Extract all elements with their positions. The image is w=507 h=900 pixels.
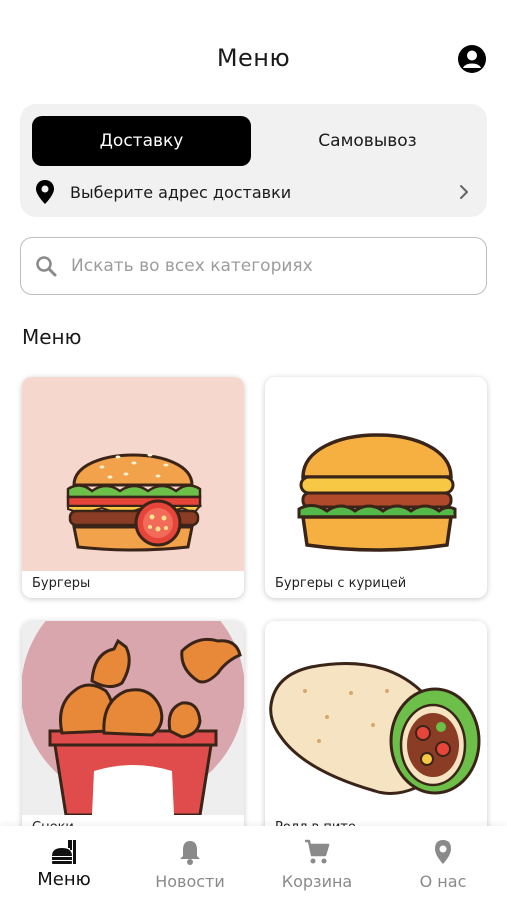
nav-item-cart[interactable]: Корзина bbox=[254, 826, 380, 900]
tab-delivery[interactable]: Доставку bbox=[32, 116, 251, 166]
tab-pickup-label: Самовывоз bbox=[318, 131, 417, 151]
pita-roll-image bbox=[265, 621, 487, 815]
category-card-burgers[interactable]: Бургеры bbox=[22, 377, 244, 598]
burger-image bbox=[22, 377, 244, 571]
nav-label-news: Новости bbox=[155, 872, 225, 891]
nav-label-about: О нас bbox=[419, 872, 467, 891]
location-pin-icon bbox=[435, 840, 451, 864]
chevron-right-icon bbox=[460, 185, 468, 199]
bell-icon bbox=[180, 841, 200, 865]
app-header: Меню bbox=[0, 0, 507, 100]
address-label: Выберите адрес доставки bbox=[70, 182, 292, 202]
category-card-label: Бургеры с курицей bbox=[275, 576, 407, 591]
category-card-pita-roll[interactable]: Ролл в пите bbox=[265, 621, 487, 842]
nav-item-about[interactable]: О нас bbox=[380, 826, 506, 900]
profile-button[interactable] bbox=[457, 44, 487, 74]
fried-chicken-bucket-image bbox=[22, 621, 244, 815]
user-avatar-icon bbox=[458, 45, 486, 73]
bottom-navigation: Меню Новости Корзина О нас bbox=[0, 826, 507, 900]
category-card-chicken-burgers[interactable]: Бургеры с курицей bbox=[265, 377, 487, 598]
cart-icon bbox=[305, 839, 330, 864]
search-icon bbox=[36, 256, 57, 277]
search-input[interactable]: Искать во всех категориях bbox=[20, 237, 487, 295]
nav-item-news[interactable]: Новости bbox=[127, 826, 253, 900]
menu-section-title: Меню bbox=[22, 325, 82, 349]
category-card-snacks[interactable]: Снеки bbox=[22, 621, 244, 842]
nav-label-cart: Корзина bbox=[281, 872, 353, 891]
tab-pickup[interactable]: Самовывоз bbox=[260, 116, 475, 166]
delivery-mode-card: Доставку Самовывоз Выберите адрес достав… bbox=[20, 104, 487, 217]
location-pin-icon bbox=[36, 180, 54, 204]
chicken-burger-image bbox=[265, 377, 487, 571]
food-icon bbox=[52, 840, 76, 864]
address-selector[interactable]: Выберите адрес доставки bbox=[32, 176, 475, 208]
tab-delivery-label: Доставку bbox=[99, 131, 184, 151]
search-placeholder: Искать во всех категориях bbox=[71, 256, 313, 276]
page-title: Меню bbox=[216, 44, 291, 72]
nav-item-menu[interactable]: Меню bbox=[1, 826, 127, 900]
category-card-label: Бургеры bbox=[32, 576, 91, 591]
nav-label-menu: Меню bbox=[37, 869, 91, 890]
